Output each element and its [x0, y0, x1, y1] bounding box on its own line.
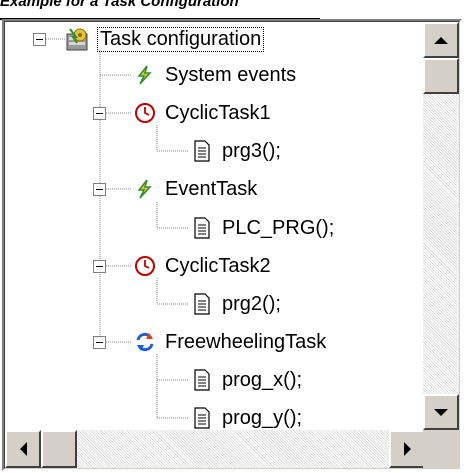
document-icon [190, 368, 214, 392]
tree-root-label: Task configuration [97, 26, 265, 52]
freewheeling-icon [133, 330, 157, 354]
tree-item-system-events[interactable]: System events [133, 60, 296, 90]
tree-item-label: prog_y(); [222, 406, 303, 429]
tree-item-cyclictask1[interactable]: CyclicTask1 [133, 98, 271, 128]
document-icon [190, 139, 214, 163]
arrow-up-icon [434, 36, 448, 44]
scroll-up-button[interactable] [423, 22, 459, 58]
scroll-left-button[interactable] [5, 430, 41, 468]
tree-item-label: PLC_PRG(); [222, 216, 335, 239]
horizontal-scrollbar[interactable] [5, 430, 425, 468]
lightning-icon [133, 177, 157, 201]
document-icon [190, 216, 214, 240]
tree-item-cyclictask2[interactable]: CyclicTask2 [133, 251, 271, 281]
clock-icon [133, 254, 157, 278]
task-tree[interactable]: Task configuration System events CyclicT… [5, 22, 425, 430]
arrow-down-icon [434, 408, 448, 416]
tree-item-label: System events [165, 63, 297, 86]
lightning-icon [133, 63, 157, 87]
tree-item-label: FreewheelingTask [165, 330, 327, 353]
scroll-right-button[interactable] [389, 430, 425, 468]
freewheelingtask-collapse-toggle[interactable] [93, 336, 106, 349]
task-configuration-window: Task configuration System events CyclicT… [2, 19, 462, 471]
clock-icon [133, 101, 157, 125]
scrollbar-corner [423, 430, 459, 468]
tree-item-label: prg2(); [222, 292, 281, 315]
tree-item-prg3[interactable]: prg3(); [190, 136, 281, 166]
cyclictask2-collapse-toggle[interactable] [93, 260, 106, 273]
tree-item-label: prg3(); [222, 139, 281, 162]
task-configuration-icon [65, 27, 89, 51]
arrow-left-icon [19, 442, 27, 456]
document-icon [190, 406, 214, 430]
vertical-scroll-thumb[interactable] [423, 58, 459, 94]
tree-item-freewheelingtask[interactable]: FreewheelingTask [133, 327, 326, 357]
tree-item-label: CyclicTask2 [165, 254, 271, 277]
figure-caption: Example for a Task Configuration [0, 0, 320, 20]
tree-item-label: CyclicTask1 [165, 101, 271, 124]
tree-item-prog-x[interactable]: prog_x(); [190, 365, 302, 395]
tree-item-prg2[interactable]: prg2(); [190, 289, 281, 319]
tree-root-node[interactable]: Task configuration [65, 24, 265, 54]
document-icon [190, 292, 214, 316]
root-collapse-toggle[interactable] [33, 33, 46, 46]
tree-item-label: EventTask [165, 177, 258, 200]
tree-item-prog-y[interactable]: prog_y(); [190, 403, 302, 430]
tree-item-label: prog_x(); [222, 368, 303, 391]
cyclictask1-collapse-toggle[interactable] [93, 107, 106, 120]
eventtask-collapse-toggle[interactable] [93, 183, 106, 196]
tree-item-eventtask[interactable]: EventTask [133, 174, 257, 204]
horizontal-scroll-thumb[interactable] [41, 430, 77, 468]
arrow-right-icon [403, 442, 411, 456]
tree-item-plc-prg[interactable]: PLC_PRG(); [190, 213, 334, 243]
scroll-down-button[interactable] [423, 394, 459, 430]
vertical-scrollbar[interactable] [423, 22, 459, 430]
